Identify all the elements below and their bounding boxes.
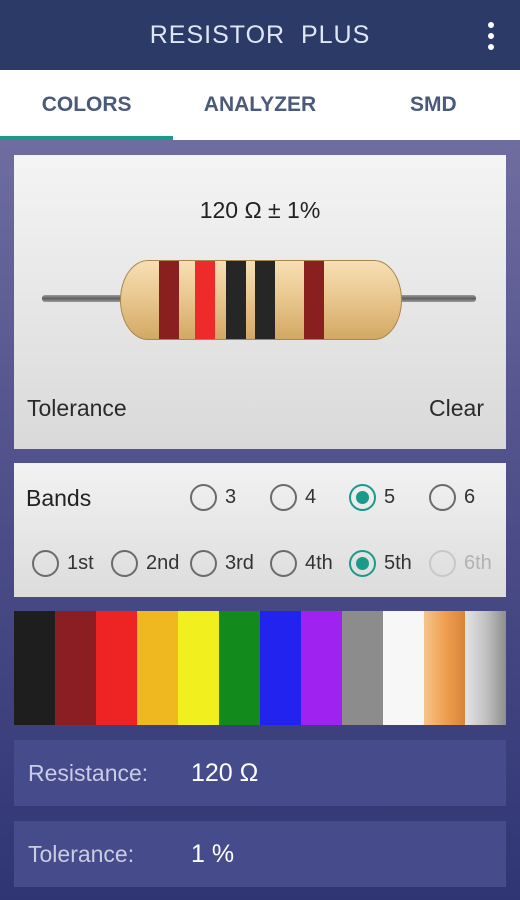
swatch-gold[interactable] [424, 611, 465, 725]
swatch-orange[interactable] [137, 611, 178, 725]
resistance-row: Resistance: 120 Ω [14, 740, 506, 806]
tab-smd[interactable]: SMD [347, 70, 520, 140]
resistor-band-2[interactable] [195, 261, 215, 339]
tolerance-button[interactable]: Tolerance [27, 395, 127, 422]
resistor-band-4[interactable] [255, 261, 275, 339]
radio-label: 4 [305, 486, 317, 508]
resistor-body [120, 260, 402, 340]
tolerance-row: Tolerance: 1 % [14, 821, 506, 887]
resistor-preview-card: 120 Ω ± 1% Tolerance Clear [14, 155, 506, 449]
radio-circle [32, 550, 59, 577]
swatch-green[interactable] [219, 611, 260, 725]
swatch-silver[interactable] [465, 611, 506, 725]
radio-label: 5 [384, 486, 396, 508]
band-select-1st-radio[interactable]: 1st [32, 550, 94, 577]
radio-label: 6 [464, 486, 476, 508]
radio-label: 5th [384, 552, 412, 574]
tab-analyzer[interactable]: ANALYZER [173, 70, 346, 140]
resistor-lead-right [394, 295, 476, 302]
radio-label: 3rd [225, 552, 254, 574]
bands-card: Bands 3 4 5 6 1st 2nd 3rd 4th 5th 6th [14, 463, 506, 597]
radio-circle [111, 550, 138, 577]
tab-bar: COLORS ANALYZER SMD [0, 70, 520, 140]
resistor-band-1[interactable] [159, 261, 179, 339]
swatch-black[interactable] [14, 611, 55, 725]
swatch-brown[interactable] [55, 611, 96, 725]
band-count-4-radio[interactable]: 4 [270, 484, 316, 511]
band-select-5th-radio[interactable]: 5th [349, 550, 412, 577]
resistance-label: Resistance: [28, 759, 149, 786]
radio-label: 6th [464, 552, 492, 574]
tolerance-label: Tolerance: [28, 840, 135, 867]
swatch-white[interactable] [383, 611, 424, 725]
swatch-violet[interactable] [301, 611, 342, 725]
color-palette [14, 611, 506, 725]
radio-circle [349, 484, 376, 511]
band-select-4th-radio[interactable]: 4th [270, 550, 333, 577]
menu-dot [488, 33, 494, 39]
resistor-value-label: 120 Ω ± 1% [199, 197, 321, 223]
resistance-value: 120 Ω [191, 758, 259, 787]
tab-colors[interactable]: COLORS [0, 70, 174, 140]
radio-circle [429, 484, 456, 511]
radio-label: 4th [305, 552, 333, 574]
swatch-gray[interactable] [342, 611, 383, 725]
band-count-5-radio[interactable]: 5 [349, 484, 395, 511]
radio-label: 2nd [146, 552, 180, 574]
menu-dot [488, 22, 494, 28]
band-count-6-radio[interactable]: 6 [429, 484, 475, 511]
radio-circle [270, 484, 297, 511]
band-select-6th-radio[interactable]: 6th [429, 550, 492, 577]
radio-circle [429, 550, 456, 577]
band-select-3rd-radio[interactable]: 3rd [190, 550, 254, 577]
swatch-blue[interactable] [260, 611, 301, 725]
radio-label: 3 [225, 486, 237, 508]
radio-circle [190, 550, 217, 577]
radio-circle [190, 484, 217, 511]
more-vert-icon[interactable] [484, 22, 498, 50]
band-count-3-radio[interactable]: 3 [190, 484, 236, 511]
menu-dot [488, 44, 494, 50]
app-bar: RESISTOR PLUS [0, 0, 520, 70]
bands-label: Bands [26, 485, 92, 511]
swatch-yellow[interactable] [178, 611, 219, 725]
swatch-red[interactable] [96, 611, 137, 725]
resistor-band-5[interactable] [304, 261, 324, 339]
tolerance-value: 1 % [191, 839, 235, 868]
radio-circle [270, 550, 297, 577]
resistor-band-3[interactable] [226, 261, 246, 339]
radio-circle [349, 550, 376, 577]
clear-button[interactable]: Clear [429, 395, 484, 422]
app-title: RESISTOR PLUS [149, 20, 371, 49]
radio-label: 1st [67, 552, 94, 574]
band-select-2nd-radio[interactable]: 2nd [111, 550, 179, 577]
